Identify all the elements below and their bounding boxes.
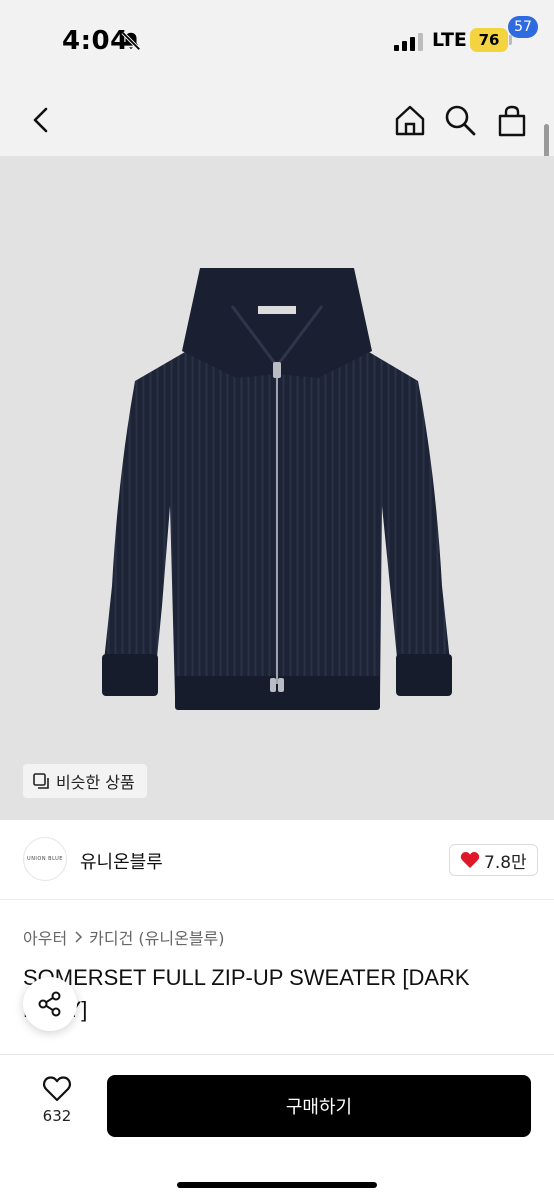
brand-like-button[interactable]: 7.8만 <box>449 844 538 876</box>
similar-products-label: 비슷한 상품 <box>56 773 135 792</box>
bottom-action-bar: 632 구매하기 <box>0 1054 554 1200</box>
brand-logo[interactable]: UNION BLUE <box>23 837 67 881</box>
breadcrumb: 아우터 카디건 (유니온블루) <box>23 925 225 949</box>
home-indicator <box>177 1182 377 1188</box>
buy-button-label: 구매하기 <box>285 1097 353 1118</box>
search-icon[interactable] <box>442 102 478 138</box>
brand-like-count: 7.8만 <box>484 852 527 873</box>
nav-header <box>0 84 554 156</box>
similar-icon <box>33 772 49 789</box>
bell-off-icon <box>121 31 141 51</box>
share-button[interactable] <box>23 977 77 1031</box>
similar-products-button[interactable]: 비슷한 상품 <box>23 764 147 798</box>
brand-name[interactable]: 유니온블루 <box>80 848 163 874</box>
battery-indicator: 76 <box>470 28 508 52</box>
wishlist-count: 632 <box>42 1107 72 1125</box>
cart-count-badge: 57 <box>508 16 538 38</box>
breadcrumb-subcategory[interactable]: 카디건 (유니온블루) <box>89 925 224 949</box>
chevron-right-icon <box>75 931 83 943</box>
network-label: LTE <box>432 29 467 51</box>
breadcrumb-category[interactable]: 아우터 <box>23 925 67 949</box>
brand-logo-text: UNION BLUE <box>27 856 63 862</box>
signal-icon <box>394 33 423 51</box>
status-bar: 4:04 LTE 76 <box>0 0 554 84</box>
back-icon[interactable] <box>24 102 60 138</box>
cart-icon[interactable] <box>492 102 532 138</box>
status-time: 4:04 <box>62 26 129 56</box>
heart-filled-icon <box>460 852 480 868</box>
heart-outline-icon <box>42 1076 72 1102</box>
brand-row[interactable]: UNION BLUE 유니온블루 7.8만 <box>0 820 554 900</box>
share-icon <box>38 991 61 1017</box>
wishlist-button[interactable]: 632 <box>30 1075 84 1139</box>
home-icon[interactable] <box>392 102 428 138</box>
sweater-image <box>102 268 452 710</box>
buy-button[interactable]: 구매하기 <box>107 1075 531 1137</box>
battery-tip <box>509 35 512 45</box>
product-title: SOMERSET FULL ZIP-UP SWEATER [DARK NAVY] <box>23 965 470 1022</box>
product-image[interactable]: 비슷한 상품 <box>0 156 554 820</box>
